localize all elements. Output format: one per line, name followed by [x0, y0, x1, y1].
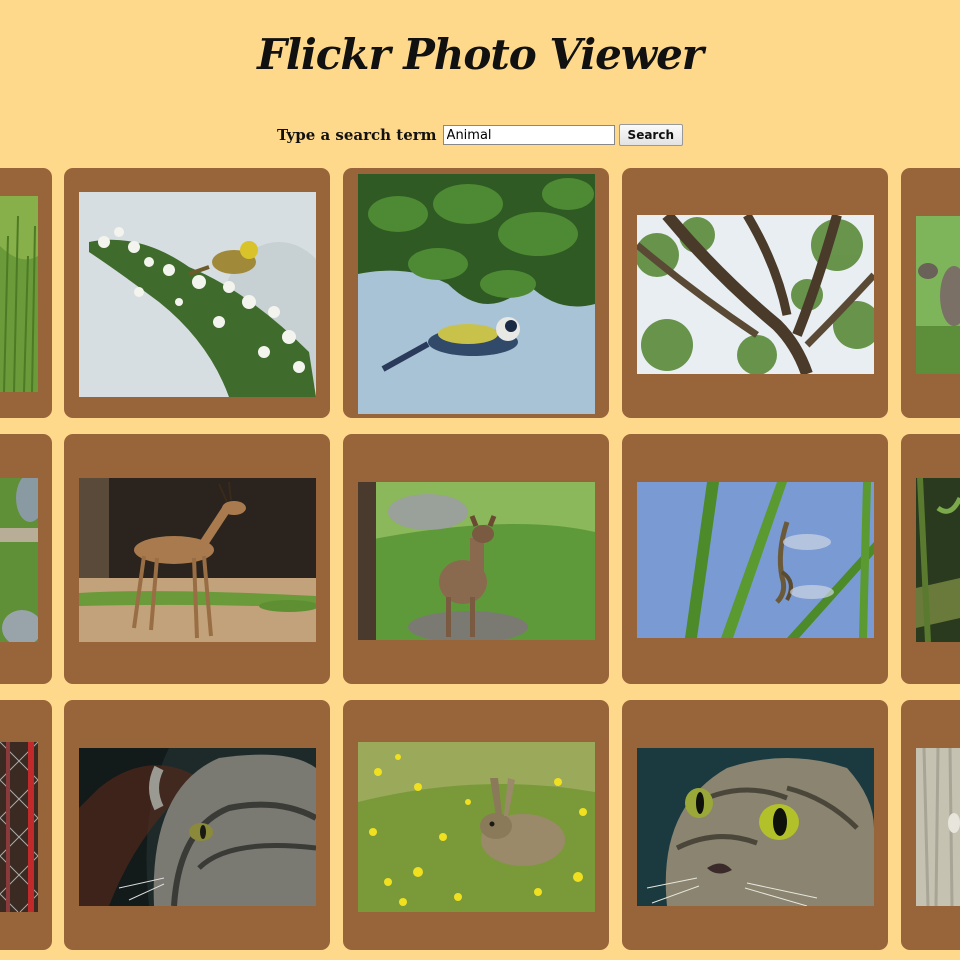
yellowhammer-on-hawthorn-photo[interactable]: [79, 192, 316, 397]
deer-in-grass-photo[interactable]: [358, 482, 595, 640]
photo-card[interactable]: [622, 434, 888, 684]
photo-card[interactable]: [343, 700, 609, 950]
photo-card[interactable]: [64, 168, 330, 418]
page: Flickr Photo Viewer Type a search term S…: [0, 0, 960, 960]
grass-photo[interactable]: [0, 196, 38, 392]
photo-card[interactable]: [0, 168, 52, 418]
gerenuk-antelope-photo[interactable]: [79, 478, 316, 642]
capybara-field-photo[interactable]: [916, 216, 960, 374]
photo-card[interactable]: [0, 434, 52, 684]
photo-card[interactable]: [901, 168, 960, 418]
tabby-cat-face-photo[interactable]: [637, 748, 874, 906]
rocks-grass-photo[interactable]: [0, 478, 38, 642]
photo-card[interactable]: [343, 434, 609, 684]
photo-card[interactable]: [901, 700, 960, 950]
pale-bark-photo[interactable]: [916, 748, 960, 906]
photo-card[interactable]: [0, 700, 52, 950]
photo-card[interactable]: [64, 700, 330, 950]
rabbit-in-flowers-photo[interactable]: [358, 742, 595, 912]
tree-branches-photo[interactable]: [637, 215, 874, 374]
photo-grid: [0, 0, 960, 960]
dragonflies-on-reeds-photo[interactable]: [637, 482, 874, 638]
mossy-log-photo[interactable]: [916, 478, 960, 642]
photo-card[interactable]: [622, 700, 888, 950]
photo-card[interactable]: [901, 434, 960, 684]
fence-photo[interactable]: [0, 742, 38, 912]
photo-card[interactable]: [64, 434, 330, 684]
photo-card[interactable]: [622, 168, 888, 418]
photo-card[interactable]: [343, 168, 609, 418]
tabby-cat-profile-photo[interactable]: [79, 748, 316, 906]
blue-tit-hanging-photo[interactable]: [358, 174, 595, 414]
